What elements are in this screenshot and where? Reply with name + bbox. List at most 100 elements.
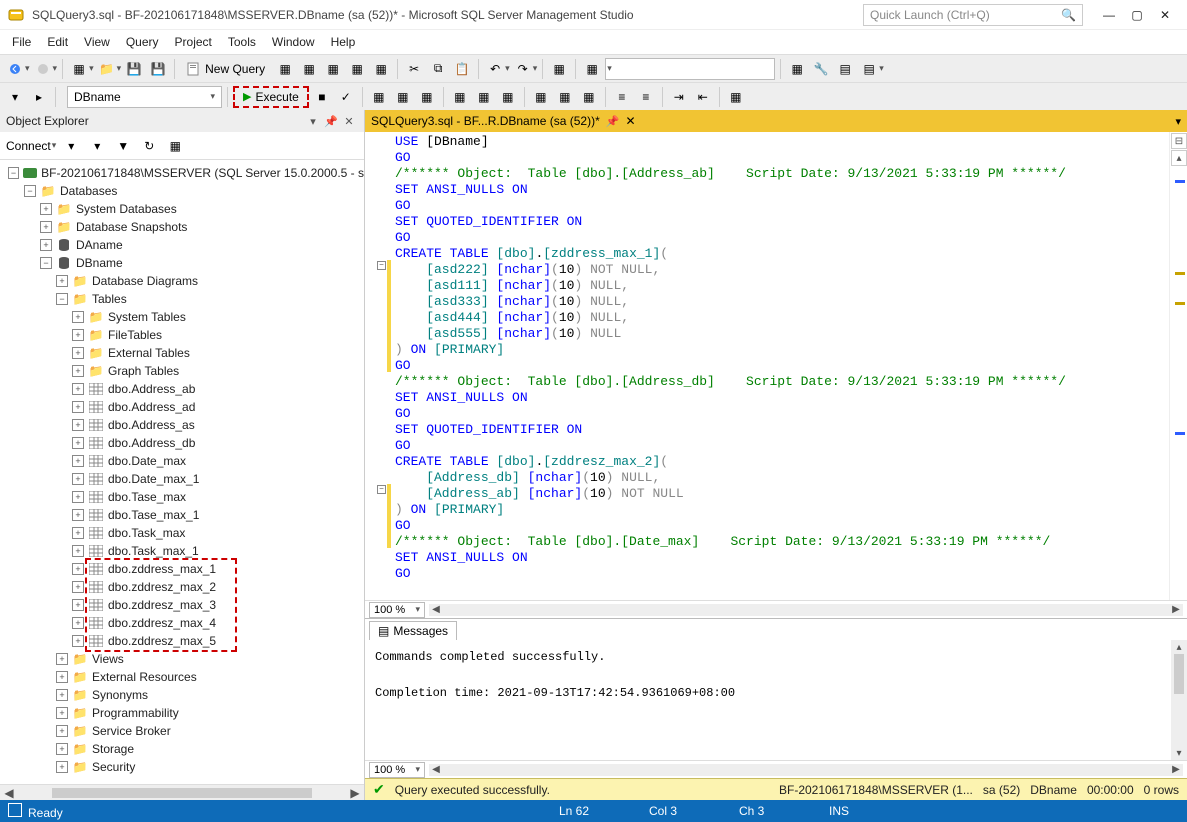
nav-back-button[interactable] — [4, 58, 26, 80]
table-node[interactable]: +dbo.Date_max_1 — [0, 470, 364, 488]
close-icon[interactable]: ✕ — [340, 112, 358, 130]
paste-button[interactable]: 📋 — [451, 58, 473, 80]
tb-icon[interactable]: ⇤ — [692, 86, 714, 108]
horizontal-scrollbar[interactable]: ◀▶ — [429, 604, 1183, 616]
cut-button[interactable]: ✂ — [403, 58, 425, 80]
menu-window[interactable]: Window — [264, 32, 323, 52]
tb-icon[interactable]: ▦ — [581, 58, 603, 80]
table-node[interactable]: +dbo.Tase_max — [0, 488, 364, 506]
views-node[interactable]: +📁Views — [0, 650, 364, 668]
scroll-up-icon[interactable]: ▴ — [1171, 150, 1187, 166]
tb-icon[interactable]: ▤ — [834, 58, 856, 80]
databases-node[interactable]: −📁Databases — [0, 182, 364, 200]
maximize-button[interactable]: ▢ — [1123, 4, 1151, 26]
database-snapshots-node[interactable]: +📁Database Snapshots — [0, 218, 364, 236]
solution-config-combo[interactable]: ▾ — [605, 58, 775, 80]
refresh-icon[interactable]: ↻ — [138, 135, 160, 157]
close-icon[interactable]: ✕ — [625, 114, 635, 128]
external-tables-node[interactable]: +📁External Tables — [0, 344, 364, 362]
tb-icon[interactable]: ▦ — [554, 86, 576, 108]
filter-icon[interactable]: ▼ — [112, 135, 134, 157]
table-node[interactable]: +dbo.Date_max — [0, 452, 364, 470]
server-node[interactable]: −BF-202106171848\MSSERVER (SQL Server 15… — [0, 164, 364, 182]
quick-launch-input[interactable]: Quick Launch (Ctrl+Q) 🔍 — [863, 4, 1083, 26]
dropdown-icon[interactable]: ▾ — [304, 112, 322, 130]
table-node[interactable]: +dbo.Address_db — [0, 434, 364, 452]
tb-icon[interactable]: ▦ — [164, 135, 186, 157]
open-button[interactable]: 📁 — [96, 58, 118, 80]
copy-button[interactable]: ⧉ — [427, 58, 449, 80]
parse-button[interactable]: ✓ — [335, 86, 357, 108]
system-databases-node[interactable]: +📁System Databases — [0, 200, 364, 218]
table-node[interactable]: +dbo.Task_max — [0, 524, 364, 542]
menu-edit[interactable]: Edit — [39, 32, 76, 52]
tb-icon[interactable]: ▦ — [370, 58, 392, 80]
tb-icon[interactable]: ▦ — [786, 58, 808, 80]
menu-file[interactable]: File — [4, 32, 39, 52]
menu-query[interactable]: Query — [118, 32, 167, 52]
undo-button[interactable]: ↶ — [484, 58, 506, 80]
tb-icon[interactable]: ▦ — [346, 58, 368, 80]
tb-icon[interactable]: ▦ — [473, 86, 495, 108]
chevron-down-icon[interactable]: ▾ — [1175, 115, 1181, 128]
execute-button[interactable]: ▶ Execute — [233, 86, 309, 108]
tb-icon[interactable]: 🔧 — [810, 58, 832, 80]
horizontal-scrollbar[interactable]: ◀▶ — [429, 764, 1183, 776]
zoom-combo[interactable]: 100 %▾ — [369, 602, 425, 618]
tb-icon[interactable]: ▦ — [322, 58, 344, 80]
document-tab[interactable]: SQLQuery3.sql - BF...R.DBname (sa (52))*… — [371, 114, 636, 128]
menu-project[interactable]: Project — [167, 32, 220, 52]
external-resources-node[interactable]: +📁External Resources — [0, 668, 364, 686]
programmability-node[interactable]: +📁Programmability — [0, 704, 364, 722]
menu-help[interactable]: Help — [323, 32, 364, 52]
object-explorer-tree[interactable]: −BF-202106171848\MSSERVER (SQL Server 15… — [0, 160, 364, 784]
horizontal-scrollbar[interactable]: ◀▶ — [0, 784, 364, 800]
tb-icon[interactable]: ≡ — [635, 86, 657, 108]
tb-icon[interactable]: ▦ — [368, 86, 390, 108]
database-node[interactable]: −DBname — [0, 254, 364, 272]
tb-icon[interactable]: ▦ — [725, 86, 747, 108]
tb-icon[interactable]: ≡ — [611, 86, 633, 108]
menu-tools[interactable]: Tools — [220, 32, 264, 52]
filetables-node[interactable]: +📁FileTables — [0, 326, 364, 344]
save-all-button[interactable]: 💾 — [147, 58, 169, 80]
tb-icon[interactable]: ▦ — [578, 86, 600, 108]
tb-icon[interactable]: ▸ — [28, 86, 50, 108]
tb-icon[interactable]: ⇥ — [668, 86, 690, 108]
tb-icon[interactable]: ▦ — [298, 58, 320, 80]
table-node[interactable]: +dbo.Tase_max_1 — [0, 506, 364, 524]
sql-editor[interactable]: − − USE [DBname]GO/****** Object: Table … — [365, 132, 1169, 600]
tb-icon[interactable]: ▦ — [548, 58, 570, 80]
save-button[interactable]: 💾 — [123, 58, 145, 80]
pin-icon[interactable]: 📌 — [322, 112, 340, 130]
database-node[interactable]: +DAname — [0, 236, 364, 254]
pin-icon[interactable]: 📌 — [606, 115, 620, 128]
tb-icon[interactable]: ▦ — [416, 86, 438, 108]
security-node[interactable]: +📁Security — [0, 758, 364, 776]
tb-icon[interactable]: ▦ — [274, 58, 296, 80]
tb-icon[interactable]: ▦ — [530, 86, 552, 108]
tb-icon[interactable]: ▦ — [392, 86, 414, 108]
editor-overview-ruler[interactable]: ⊟ ▴ — [1169, 132, 1187, 600]
close-button[interactable]: ✕ — [1151, 4, 1179, 26]
table-node[interactable]: +dbo.Address_ad — [0, 398, 364, 416]
synonyms-node[interactable]: +📁Synonyms — [0, 686, 364, 704]
stop-button[interactable]: ■ — [311, 86, 333, 108]
tb-icon[interactable]: ▾ — [60, 135, 82, 157]
tables-node[interactable]: −📁Tables — [0, 290, 364, 308]
new-query-button[interactable]: New Query — [180, 58, 272, 80]
graph-tables-node[interactable]: +📁Graph Tables — [0, 362, 364, 380]
tb-icon[interactable]: ▾ — [86, 135, 108, 157]
messages-tab[interactable]: ▤ Messages — [369, 621, 457, 640]
storage-node[interactable]: +📁Storage — [0, 740, 364, 758]
table-node[interactable]: +dbo.Address_as — [0, 416, 364, 434]
nav-forward-button[interactable] — [32, 58, 54, 80]
menu-view[interactable]: View — [76, 32, 118, 52]
redo-button[interactable]: ↷ — [512, 58, 534, 80]
tb-icon[interactable]: ▾ — [4, 86, 26, 108]
service-broker-node[interactable]: +📁Service Broker — [0, 722, 364, 740]
tb-icon[interactable]: ▦ — [449, 86, 471, 108]
zoom-combo[interactable]: 100 %▾ — [369, 762, 425, 778]
minimize-button[interactable]: — — [1095, 4, 1123, 26]
db-diagrams-node[interactable]: +📁Database Diagrams — [0, 272, 364, 290]
